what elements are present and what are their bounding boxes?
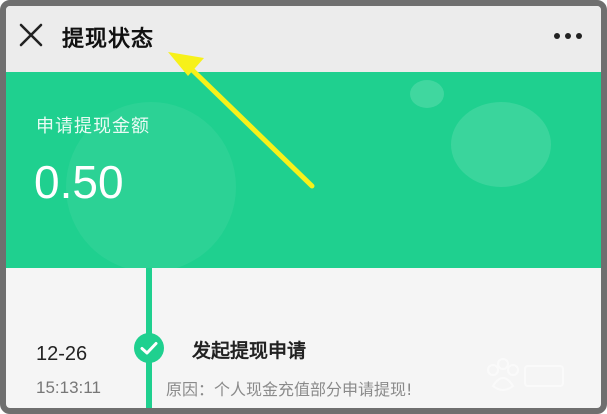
decorative-circle [451,102,551,187]
close-button[interactable] [16,20,46,50]
amount-label: 申请提现金额 [36,116,150,137]
withdrawal-amount-panel: 申请提现金额 0.50 [6,72,601,268]
check-circle-icon [134,333,164,363]
event-reason: 原因：个人现金充值部分申请提现! [166,380,413,399]
event-time: 15:13:11 [36,378,101,397]
close-icon [19,23,43,47]
header-bar: 提现状态 [6,6,601,72]
more-options-button[interactable] [553,28,583,42]
watermark-logo [487,358,564,391]
event-title: 发起提现申请 [192,340,307,362]
page-title: 提现状态 [62,27,155,52]
withdrawal-status-screen: 提现状态 申请提现金额 0.50 12-26 15:13:11 发起提现申请 原… [0,0,607,414]
event-date: 12-26 [36,343,88,365]
amount-value: 0.50 [34,156,124,208]
more-icon [554,33,582,39]
decorative-circle [410,80,444,108]
